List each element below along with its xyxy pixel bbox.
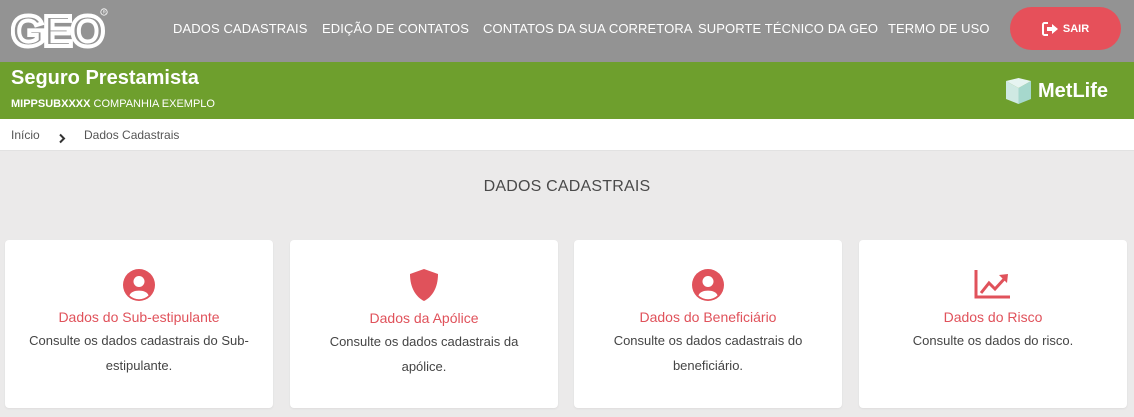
trend-chart-icon <box>974 268 1012 304</box>
metlife-m-icon <box>1006 78 1031 104</box>
breadcrumb-current: Dados Cadastrais <box>84 128 180 142</box>
user-circle-icon <box>122 268 156 306</box>
metlife-logo: MetLife <box>1006 77 1108 105</box>
logout-button[interactable]: SAIR <box>1010 7 1121 50</box>
company-name: COMPANHIA EXEMPLO <box>93 98 215 110</box>
metlife-brand-text: MetLife <box>1038 79 1108 102</box>
card-description: Consulte os dados do risco. <box>912 333 1074 348</box>
shield-icon <box>408 268 440 306</box>
card-description: Consulte os dados cadastrais do benefici… <box>613 333 803 373</box>
card-title: Dados do Sub-estipulante <box>58 309 220 325</box>
chevron-right-icon <box>58 129 66 148</box>
card-title: Dados do Beneficiário <box>639 309 777 325</box>
card-title: Dados da Apólice <box>369 310 479 326</box>
svg-text:GEO: GEO <box>11 7 104 52</box>
geo-logo[interactable]: GEO R <box>9 5 111 58</box>
policy-code: MIPPSUBXXXX <box>11 98 91 110</box>
page-title: DADOS CADASTRAIS <box>483 178 651 195</box>
nav-contatos-corretora[interactable]: CONTATOS DA SUA CORRETORA <box>483 21 693 36</box>
card-risco[interactable]: Dados do Risco Consulte os dados do risc… <box>859 240 1127 408</box>
user-circle-icon <box>691 268 725 306</box>
logout-icon <box>1041 21 1059 36</box>
nav-dados-cadastrais[interactable]: DADOS CADASTRAIS <box>173 21 308 36</box>
product-title: Seguro Prestamista <box>11 67 199 89</box>
nav-termo-uso[interactable]: TERMO DE USO <box>888 21 990 36</box>
product-subtitle: MIPPSUBXXXX COMPANHIA EXEMPLO <box>11 98 215 110</box>
card-title: Dados do Risco <box>943 309 1043 325</box>
nav-suporte-tecnico[interactable]: SUPORTE TÉCNICO DA GEO <box>698 21 878 36</box>
card-beneficiario[interactable]: Dados do Beneficiário Consulte os dados … <box>574 240 842 408</box>
nav-edicao-contatos[interactable]: EDIÇÃO DE CONTATOS <box>322 21 469 36</box>
card-apolice[interactable]: Dados da Apólice Consulte os dados cadas… <box>290 240 558 408</box>
svg-text:R: R <box>103 10 107 15</box>
logout-label: SAIR <box>1062 22 1090 35</box>
breadcrumb: Início Dados Cadastrais <box>0 119 1134 151</box>
card-description: Consulte os dados cadastrais da apólice. <box>329 334 519 374</box>
top-navbar: GEO R DADOS CADASTRAIS EDIÇÃO DE CONTATO… <box>0 0 1134 62</box>
card-description: Consulte os dados cadastrais do Sub-esti… <box>29 333 249 373</box>
card-sub-estipulante[interactable]: Dados do Sub-estipulante Consulte os dad… <box>5 240 273 408</box>
product-bar: Seguro Prestamista MIPPSUBXXXX COMPANHIA… <box>0 62 1134 119</box>
breadcrumb-home[interactable]: Início <box>11 128 40 142</box>
